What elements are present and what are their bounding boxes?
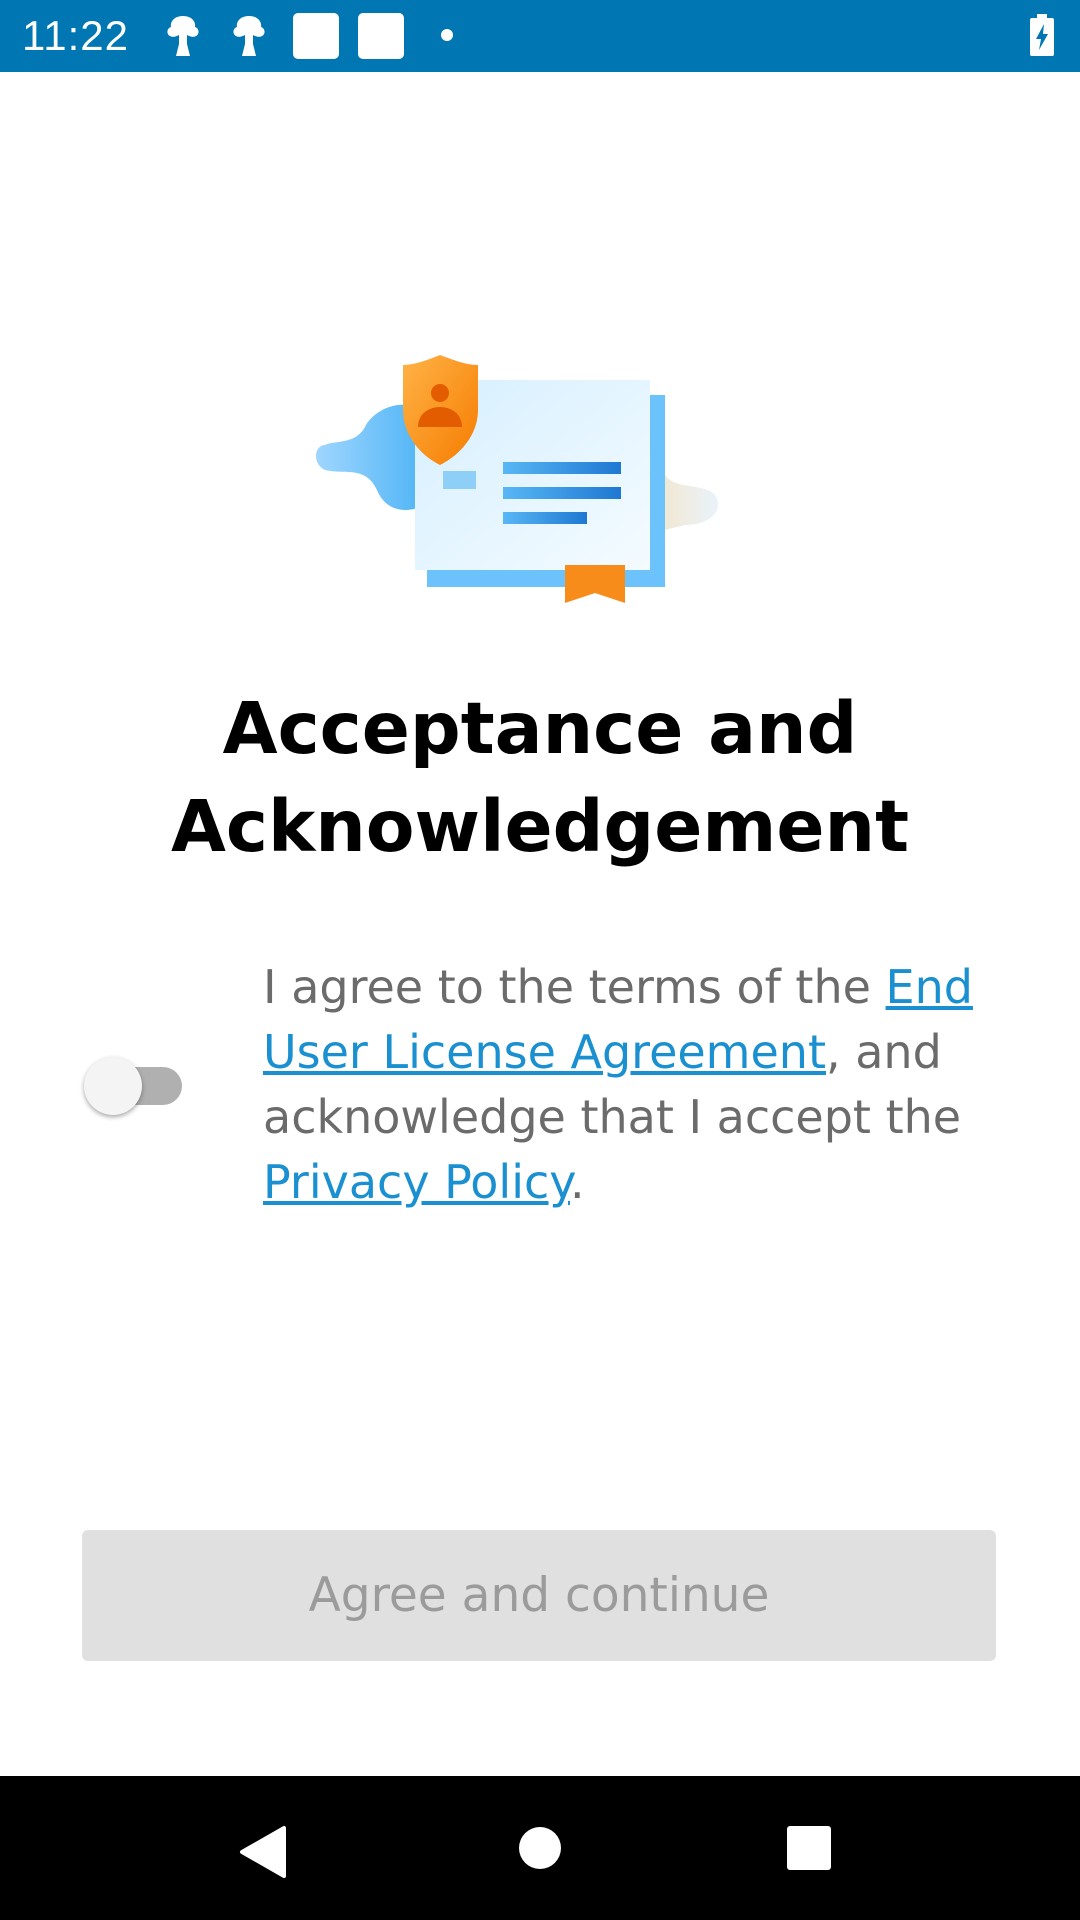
dot-icon xyxy=(441,29,453,41)
square-notification-icon xyxy=(358,13,404,59)
agree-and-continue-button[interactable]: Agree and continue xyxy=(82,1530,996,1661)
page-title: Acceptance and Acknowledgement xyxy=(60,680,1020,876)
agreement-text-part1: I agree to the terms of the xyxy=(263,960,886,1014)
status-bar: 11:22 xyxy=(0,0,1080,72)
agreement-text: I agree to the terms of the End User Lic… xyxy=(263,955,1003,1215)
agree-toggle[interactable] xyxy=(84,1057,184,1115)
title-line-1: Acceptance and xyxy=(222,687,858,770)
privacy-policy-link[interactable]: Privacy Policy xyxy=(263,1155,570,1209)
toggle-thumb xyxy=(84,1057,142,1115)
certificate-shield-icon xyxy=(315,355,719,603)
recents-icon[interactable] xyxy=(737,1776,881,1920)
notification-icon xyxy=(167,16,199,56)
navigation-bar xyxy=(0,1776,1080,1920)
battery-charging-icon xyxy=(1030,14,1054,56)
agreement-text-part3: . xyxy=(569,1155,585,1209)
status-time: 11:22 xyxy=(22,12,129,59)
square-notification-icon xyxy=(293,13,339,59)
notification-icon xyxy=(233,16,265,56)
eula-screen: 11:22 Acceptance and Acknowledgement I a… xyxy=(0,0,1080,1920)
back-icon[interactable] xyxy=(194,1776,338,1920)
home-icon[interactable] xyxy=(468,1776,612,1920)
title-line-2: Acknowledgement xyxy=(170,785,910,868)
